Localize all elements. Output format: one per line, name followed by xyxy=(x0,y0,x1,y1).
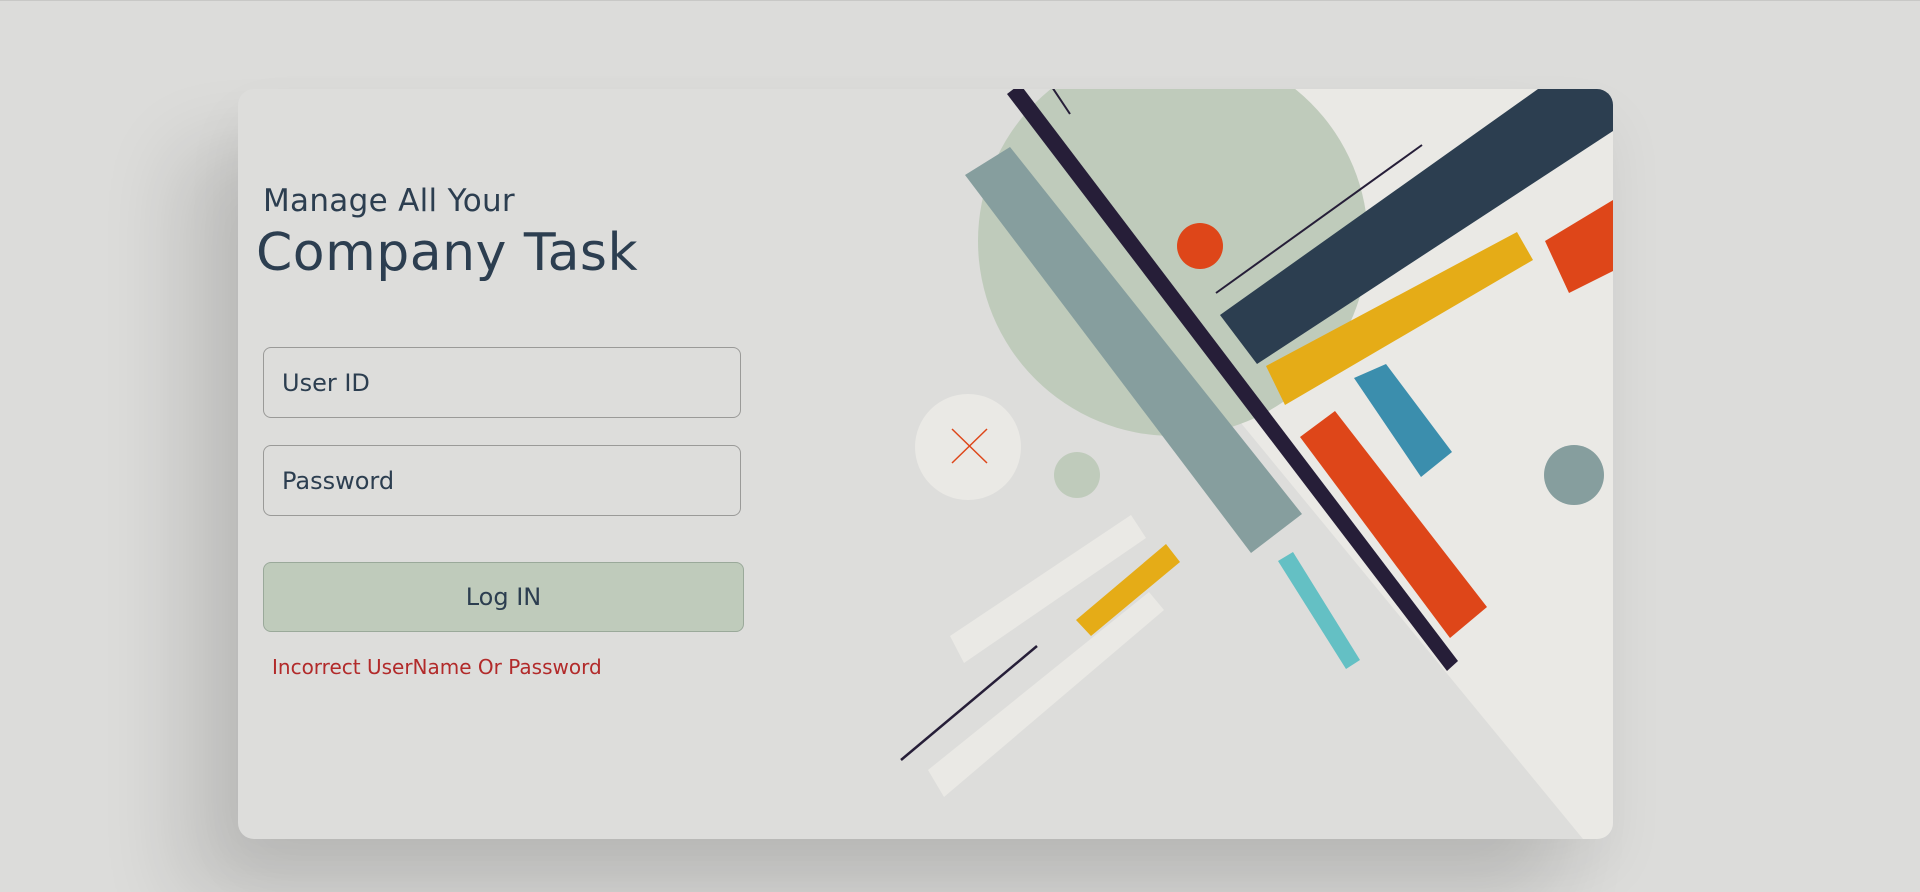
cyan-bar xyxy=(1278,552,1360,669)
top-divider xyxy=(0,0,1920,1)
orange-dot xyxy=(1177,223,1223,269)
password-input[interactable] xyxy=(263,445,741,516)
small-sage-circle xyxy=(1054,452,1100,498)
page-subtitle: Manage All Your xyxy=(263,183,515,219)
error-message: Incorrect UserName Or Password xyxy=(272,655,602,679)
gray-circle xyxy=(1544,445,1604,505)
login-form: Manage All Your Company Task Log IN Inco… xyxy=(238,89,798,839)
login-card: Manage All Your Company Task Log IN Inco… xyxy=(238,89,1613,839)
light-bar-lower xyxy=(928,592,1164,797)
login-button[interactable]: Log IN xyxy=(263,562,744,632)
page-title: Company Task xyxy=(256,223,639,283)
page: Manage All Your Company Task Log IN Inco… xyxy=(0,0,1920,892)
user-id-input[interactable] xyxy=(263,347,741,418)
